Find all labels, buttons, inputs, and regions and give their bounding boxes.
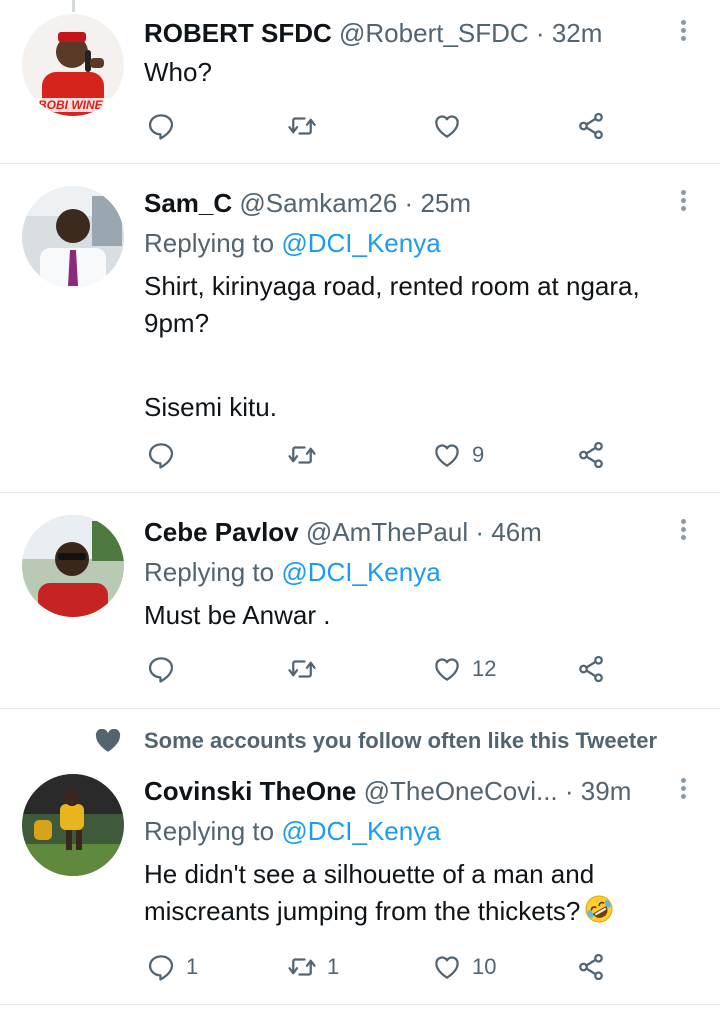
heart-icon <box>432 111 462 141</box>
profile-photo-man-sunglasses-icon <box>22 515 124 617</box>
tweet-text-line: miscreants jumping from the thickets? <box>144 893 704 930</box>
heart-icon <box>432 440 462 470</box>
user-handle[interactable]: @AmThePaul <box>306 517 468 547</box>
display-name[interactable]: ROBERT SFDC <box>144 18 332 48</box>
retweet-icon <box>287 654 317 684</box>
rolling-on-floor-laughing-emoji-icon <box>585 895 613 923</box>
tweet-sam-c[interactable]: Sam_C @Samkam26 · 25m Replying to @DCI_K… <box>0 164 720 492</box>
social-context: Some accounts you follow often like this… <box>0 724 720 758</box>
separator: · <box>564 776 574 806</box>
timestamp[interactable]: 25m <box>420 188 471 218</box>
like-button[interactable]: 12 <box>432 651 496 687</box>
user-handle[interactable]: @Samkam26 <box>239 188 397 218</box>
reply-count: 1 <box>186 954 199 979</box>
heart-icon <box>432 654 462 684</box>
like-count: 10 <box>472 954 497 979</box>
like-count: 12 <box>472 656 497 681</box>
reply-button[interactable] <box>146 108 186 144</box>
display-name[interactable]: Cebe Pavlov <box>144 517 299 547</box>
reply-button[interactable] <box>146 437 186 473</box>
separator: · <box>404 188 414 218</box>
user-handle[interactable]: @TheOneCovi... <box>364 776 558 806</box>
thread-line <box>72 0 75 12</box>
more-options-icon[interactable] <box>678 190 688 214</box>
tweet-cebe-pavlov[interactable]: Cebe Pavlov @AmThePaul · 46m Replying to… <box>0 493 720 708</box>
replying-to-handle[interactable]: @DCI_Kenya <box>281 228 440 258</box>
replying-to-label: Replying to <box>144 557 275 587</box>
tweet-robert-sfdc[interactable]: BOBI WINE ROBERT SFDC @Robert_SFDC · 32m… <box>0 0 720 163</box>
tweet-header: ROBERT SFDC @Robert_SFDC · 32m <box>144 16 602 50</box>
avatar-caption: BOBI WINE <box>38 98 103 112</box>
avatar[interactable] <box>22 186 124 288</box>
avatar[interactable] <box>22 774 124 876</box>
replying-to: Replying to @DCI_Kenya <box>144 555 441 589</box>
share-button[interactable] <box>576 108 606 144</box>
tweet-text: Who? <box>144 57 212 87</box>
display-name[interactable]: Covinski TheOne <box>144 776 356 806</box>
reply-button[interactable] <box>146 651 186 687</box>
share-button[interactable] <box>576 651 606 687</box>
reply-icon <box>146 952 176 982</box>
like-count: 9 <box>472 442 485 467</box>
retweet-button[interactable] <box>287 108 327 144</box>
retweet-count: 1 <box>327 954 340 979</box>
tweet-text-line: 9pm? <box>144 308 210 338</box>
retweet-icon <box>287 440 317 470</box>
replying-to-label: Replying to <box>144 816 275 846</box>
share-icon <box>576 654 606 684</box>
share-button[interactable] <box>576 949 606 985</box>
replying-to: Replying to @DCI_Kenya <box>144 226 441 260</box>
more-options-icon[interactable] <box>678 519 688 543</box>
tweet-text-line <box>144 342 704 379</box>
avatar[interactable]: BOBI WINE <box>22 14 124 116</box>
tweet-text-line: Shirt, kirinyaga road, rented room at ng… <box>144 271 640 301</box>
replying-to-handle[interactable]: @DCI_Kenya <box>281 557 440 587</box>
retweet-button[interactable] <box>287 651 327 687</box>
retweet-icon <box>287 111 317 141</box>
reply-icon <box>146 111 176 141</box>
replying-to: Replying to @DCI_Kenya <box>144 814 441 848</box>
tweet-header: Cebe Pavlov @AmThePaul · 46m <box>144 515 542 549</box>
divider <box>0 708 720 709</box>
profile-photo-football-players-icon <box>22 774 124 876</box>
reply-icon <box>146 654 176 684</box>
heart-icon <box>432 952 462 982</box>
share-button[interactable] <box>576 437 606 473</box>
timestamp[interactable]: 39m <box>581 776 632 806</box>
retweet-icon <box>287 952 317 982</box>
replying-to-label: Replying to <box>144 228 275 258</box>
more-options-icon[interactable] <box>678 778 688 802</box>
display-name[interactable]: Sam_C <box>144 188 232 218</box>
reply-button[interactable]: 1 <box>146 949 198 985</box>
tweet-text-line: He didn't see a silhouette of a man and <box>144 859 595 889</box>
timestamp[interactable]: 46m <box>491 517 542 547</box>
user-handle[interactable]: @Robert_SFDC <box>339 18 529 48</box>
more-options-icon[interactable] <box>678 20 688 44</box>
like-button[interactable]: 9 <box>432 437 484 473</box>
share-icon <box>576 111 606 141</box>
share-icon <box>576 952 606 982</box>
separator: · <box>475 517 485 547</box>
reply-icon <box>146 440 176 470</box>
heart-filled-icon <box>95 729 121 752</box>
avatar[interactable] <box>22 515 124 617</box>
separator: · <box>535 18 545 48</box>
retweet-button[interactable] <box>287 437 327 473</box>
social-context-text: Some accounts you follow often like this… <box>144 728 658 753</box>
tweet-covinski-theone[interactable]: Covinski TheOne @TheOneCovi... · 39m Rep… <box>0 760 720 1005</box>
tweet-text: He didn't see a silhouette of a man and … <box>144 856 704 930</box>
timestamp[interactable]: 32m <box>552 18 603 48</box>
tweet-text: Shirt, kirinyaga road, rented room at ng… <box>144 268 704 426</box>
tweet-text: Must be Anwar . <box>144 600 331 630</box>
tweet-header: Covinski TheOne @TheOneCovi... · 39m <box>144 774 631 808</box>
like-button[interactable] <box>432 108 472 144</box>
like-button[interactable]: 10 <box>432 949 496 985</box>
divider <box>0 1004 720 1005</box>
share-icon <box>576 440 606 470</box>
replying-to-handle[interactable]: @DCI_Kenya <box>281 816 440 846</box>
tweet-header: Sam_C @Samkam26 · 25m <box>144 186 471 220</box>
retweet-button[interactable]: 1 <box>287 949 339 985</box>
profile-photo-man-in-car-icon <box>22 186 124 288</box>
tweet-text-line: Sisemi kitu. <box>144 392 277 422</box>
